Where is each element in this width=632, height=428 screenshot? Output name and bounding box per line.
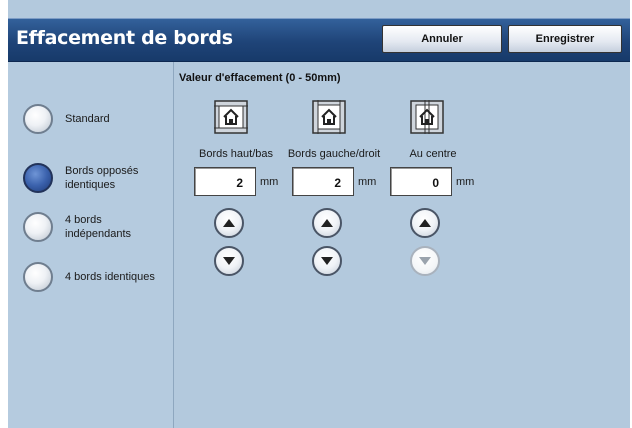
- radio-button[interactable]: [23, 104, 53, 134]
- section-title: Valeur d'effacement (0 - 50mm): [179, 72, 341, 84]
- arrow-down-icon: [321, 257, 333, 265]
- edge-column-left-right: Bords gauche/droit 2 mm: [282, 100, 392, 280]
- option-four-independent[interactable]: 4 bords indépendants: [23, 212, 160, 242]
- edge-label: Bords gauche/droit: [287, 148, 381, 160]
- unit-label: mm: [260, 176, 279, 188]
- option-label: 4 bords indépendants: [65, 214, 132, 240]
- decrease-button[interactable]: [214, 246, 244, 276]
- arrow-down-icon: [223, 257, 235, 265]
- decrease-button-disabled[interactable]: [410, 246, 440, 276]
- decrease-button[interactable]: [312, 246, 342, 276]
- arrow-down-icon: [419, 257, 431, 265]
- edge-value-field[interactable]: 2: [194, 167, 256, 196]
- radio-button[interactable]: [23, 262, 53, 292]
- center-edge-icon: [410, 100, 444, 134]
- option-opposite-edges[interactable]: Bords opposés identiques: [23, 163, 160, 193]
- title-bar: Effacement de bords Annuler Enregistrer: [8, 18, 630, 62]
- increase-button[interactable]: [410, 208, 440, 238]
- option-label: Standard: [65, 113, 110, 125]
- edge-column-center: Au centre 0 mm: [380, 100, 490, 280]
- edge-value-field[interactable]: 2: [292, 167, 354, 196]
- option-panel: Standard Bords opposés identiques 4 bord…: [8, 62, 174, 428]
- cancel-button[interactable]: Annuler: [382, 25, 502, 53]
- edge-value-field[interactable]: 0: [390, 167, 452, 196]
- increase-button[interactable]: [312, 208, 342, 238]
- top-bottom-edge-icon: [214, 100, 248, 134]
- screen: Effacement de bords Annuler Enregistrer …: [8, 0, 630, 428]
- option-four-identical[interactable]: 4 bords identiques: [23, 262, 160, 292]
- save-button[interactable]: Enregistrer: [508, 25, 622, 53]
- edge-column-top-bottom: Bords haut/bas 2 mm: [184, 100, 294, 280]
- left-right-edge-icon: [312, 100, 346, 134]
- increase-button[interactable]: [214, 208, 244, 238]
- option-standard[interactable]: Standard: [23, 104, 160, 134]
- arrow-up-icon: [321, 219, 333, 227]
- page-title: Effacement de bords: [16, 27, 233, 49]
- arrow-up-icon: [223, 219, 235, 227]
- edge-label: Bords haut/bas: [199, 148, 273, 160]
- edge-label: Au centre: [409, 148, 457, 160]
- unit-label: mm: [358, 176, 377, 188]
- option-label: 4 bords identiques: [65, 271, 155, 283]
- unit-label: mm: [456, 176, 475, 188]
- arrow-up-icon: [419, 219, 431, 227]
- option-label: Bords opposés identiques: [65, 165, 139, 191]
- radio-button-selected[interactable]: [23, 163, 53, 193]
- radio-button[interactable]: [23, 212, 53, 242]
